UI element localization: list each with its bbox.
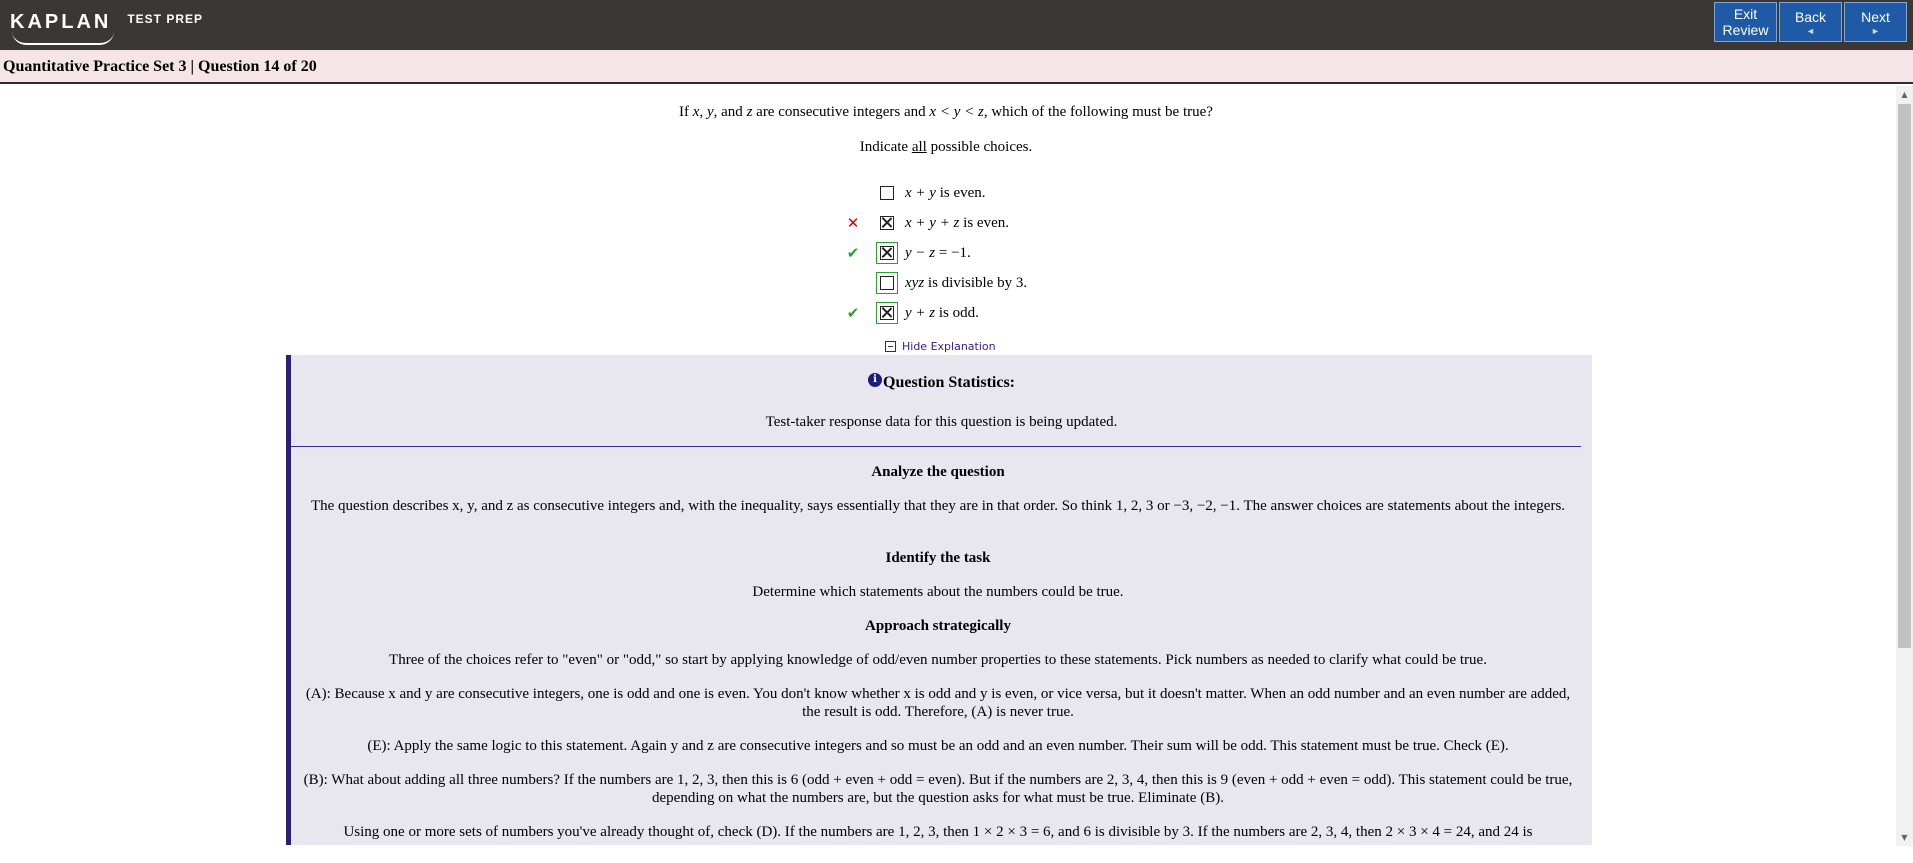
exit-review-button[interactable]: Exit Review bbox=[1714, 2, 1777, 42]
explanation-paragraph: The question describes x, y, and z as co… bbox=[310, 498, 1566, 514]
back-button[interactable]: Back ◄ bbox=[1779, 2, 1842, 42]
correct-answer-outline bbox=[876, 302, 898, 324]
title-bar: Quantitative Practice Set 3 | Question 1… bbox=[0, 50, 1913, 84]
top-bar: KAPLAN TEST PREP Exit Review Back ◄ Next… bbox=[0, 0, 1913, 50]
stats-heading: i Question Statistics: bbox=[291, 373, 1592, 392]
choice-label: y − z = −1. bbox=[905, 244, 971, 261]
next-arrow-icon: ► bbox=[1871, 25, 1880, 36]
explanation-paragraph: Three of the choices refer to "even" or … bbox=[389, 652, 1487, 668]
section-heading: Analyze the question bbox=[871, 464, 1005, 480]
scroll-up-icon[interactable]: ▲ bbox=[1896, 86, 1913, 103]
explanation-paragraph: (E): Apply the same logic to this statem… bbox=[367, 738, 1509, 754]
nav-buttons: Exit Review Back ◄ Next ► bbox=[1714, 2, 1907, 42]
section-heading: Identify the task bbox=[885, 550, 991, 566]
choice-label: y + z is odd. bbox=[905, 304, 979, 321]
checkbox[interactable] bbox=[880, 186, 894, 200]
checkbox[interactable] bbox=[880, 276, 894, 290]
explanation-paragraph: Using one or more sets of numbers you've… bbox=[343, 824, 1533, 840]
incorrect-x-icon: ✕ bbox=[846, 214, 860, 232]
next-button[interactable]: Next ► bbox=[1844, 2, 1907, 42]
correct-answer-outline bbox=[876, 272, 898, 294]
scroll-down-icon[interactable]: ▼ bbox=[1896, 829, 1913, 846]
explanation-paragraph: (A): Because x and y are consecutive int… bbox=[305, 686, 1571, 720]
checkbox-checked[interactable] bbox=[880, 306, 894, 320]
logo-wordmark: KAPLAN bbox=[10, 11, 114, 45]
checkbox-checked[interactable] bbox=[880, 246, 894, 260]
choice-label: x + y is even. bbox=[905, 184, 986, 201]
correct-check-icon: ✔ bbox=[846, 244, 860, 262]
hide-explanation-toggle[interactable]: Hide Explanation bbox=[885, 340, 996, 353]
correct-answer-outline bbox=[876, 242, 898, 264]
stats-text: Test-taker response data for this questi… bbox=[765, 414, 1118, 430]
question-instruction: Indicate all possible choices. bbox=[859, 139, 1033, 155]
divider bbox=[291, 446, 1581, 447]
info-icon: i bbox=[868, 373, 882, 387]
kaplan-logo: KAPLAN TEST PREP bbox=[10, 4, 204, 45]
explanation-panel: i Question Statistics: Test-taker respon… bbox=[286, 355, 1592, 845]
scroll-thumb[interactable] bbox=[1898, 104, 1911, 648]
explanation-paragraph: Determine which statements about the num… bbox=[752, 584, 1124, 600]
explanation-paragraph: (B): What about adding all three numbers… bbox=[303, 772, 1573, 806]
choice-label: x + y + z is even. bbox=[905, 214, 1009, 231]
vertical-scrollbar[interactable]: ▲ ▼ bbox=[1896, 86, 1913, 846]
checkbox-checked[interactable] bbox=[880, 216, 894, 230]
collapse-icon bbox=[885, 341, 896, 352]
back-arrow-icon: ◄ bbox=[1806, 25, 1815, 36]
section-heading: Approach strategically bbox=[865, 618, 1011, 634]
question-stem: If x, y, and z are consecutive integers … bbox=[679, 104, 1213, 120]
choice-label: xyz is divisible by 3. bbox=[905, 274, 1028, 291]
correct-check-icon: ✔ bbox=[846, 304, 860, 322]
page-title: Quantitative Practice Set 3 | Question 1… bbox=[3, 58, 317, 75]
logo-subtitle: TEST PREP bbox=[127, 12, 204, 26]
